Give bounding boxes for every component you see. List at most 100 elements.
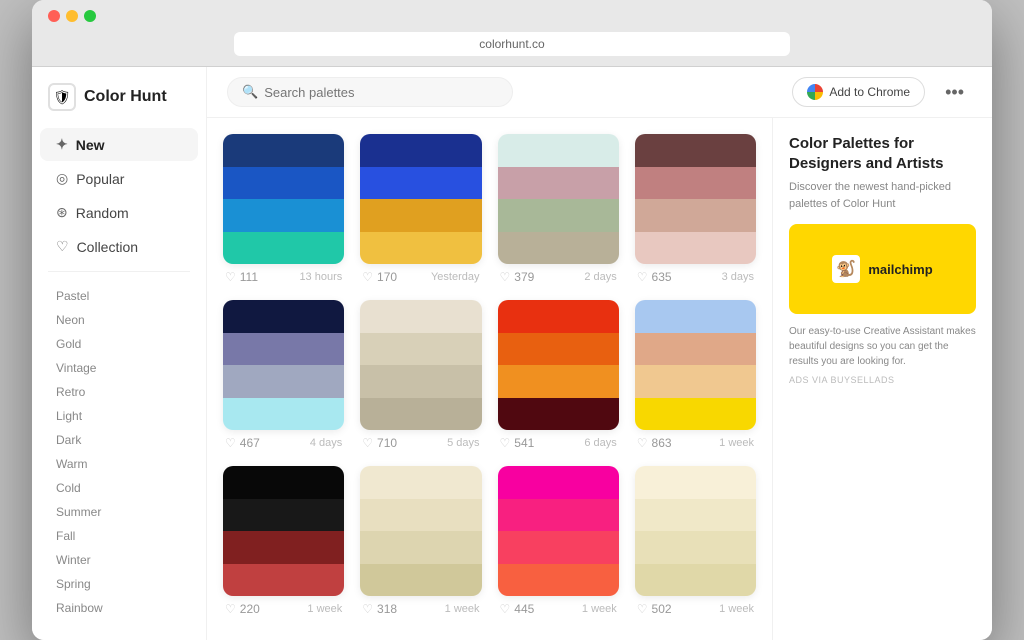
tag-pastel[interactable]: Pastel	[32, 284, 206, 308]
palette-card-5[interactable]: ♡467 4 days	[223, 300, 344, 450]
palette-likes-11[interactable]: ♡445	[500, 602, 535, 616]
sidebar-item-random[interactable]: ⊛ Random	[40, 196, 198, 229]
collection-icon: ♡	[56, 238, 69, 255]
tag-winter[interactable]: Winter	[32, 548, 206, 572]
tag-vintage[interactable]: Vintage	[32, 356, 206, 380]
palette-time-11: 1 week	[582, 603, 617, 615]
palette-likes-10[interactable]: ♡318	[362, 602, 397, 616]
mailchimp-label: mailchimp	[868, 262, 932, 277]
likes-count: 541	[514, 436, 534, 450]
search-box[interactable]: 🔍	[227, 77, 513, 107]
dot-minimize[interactable]	[66, 10, 78, 22]
swatch-4-2	[635, 199, 756, 232]
dot-close[interactable]	[48, 10, 60, 22]
palette-swatches-12	[635, 466, 756, 596]
palette-meta-11: ♡445 1 week	[498, 602, 619, 616]
brand-name: Color Hunt	[84, 88, 167, 106]
palette-card-8[interactable]: ♡8631 week	[635, 300, 756, 450]
palette-likes-6[interactable]: ♡710	[362, 436, 397, 450]
likes-count: 445	[514, 602, 534, 616]
swatch-9-3	[223, 564, 344, 597]
mailchimp-logo: 🐒 mailchimp	[832, 255, 932, 283]
heart-icon: ♡	[225, 602, 236, 616]
swatch-3-1	[498, 167, 619, 200]
palette-likes-4[interactable]: ♡635	[637, 270, 672, 284]
sidebar-item-popular[interactable]: ◎ Popular	[40, 162, 198, 195]
palette-meta-1: ♡11113 hours	[223, 270, 344, 284]
palette-card-12[interactable]: ♡5021 week	[635, 466, 756, 616]
palette-card-10[interactable]: ♡3181 week	[360, 466, 481, 616]
browser-window: colorhunt.co 🛡 Color Hunt ✦ New ◎ Popula…	[32, 0, 992, 640]
swatch-1-2	[223, 199, 344, 232]
palette-meta-10: ♡3181 week	[360, 602, 481, 616]
palette-swatches-1	[223, 134, 344, 264]
heart-icon: ♡	[362, 270, 373, 284]
palette-meta-2: ♡170 Yesterday	[360, 270, 481, 284]
tag-spring[interactable]: Spring	[32, 572, 206, 596]
dot-maximize[interactable]	[84, 10, 96, 22]
tag-rainbow[interactable]: Rainbow	[32, 596, 206, 620]
tag-retro[interactable]: Retro	[32, 380, 206, 404]
tag-gold[interactable]: Gold	[32, 332, 206, 356]
nav-divider	[48, 271, 190, 272]
swatch-9-0	[223, 466, 344, 499]
tag-dark[interactable]: Dark	[32, 428, 206, 452]
palette-likes-12[interactable]: ♡502	[637, 602, 672, 616]
ad-banner[interactable]: 🐒 mailchimp	[789, 224, 976, 314]
palette-likes-8[interactable]: ♡863	[637, 436, 672, 450]
swatch-11-3	[498, 564, 619, 597]
palette-meta-3: ♡3792 days	[498, 270, 619, 284]
palette-card-2[interactable]: ♡170 Yesterday	[360, 134, 481, 284]
palette-likes-1[interactable]: ♡111	[225, 270, 258, 284]
chrome-icon	[807, 84, 823, 100]
palette-meta-7: ♡5416 days	[498, 436, 619, 450]
palette-card-11[interactable]: ♡445 1 week	[498, 466, 619, 616]
sidebar-item-random-label: Random	[76, 205, 129, 221]
sidebar-item-new[interactable]: ✦ New	[40, 128, 198, 161]
swatch-6-2	[360, 365, 481, 398]
tag-summer[interactable]: Summer	[32, 500, 206, 524]
palette-card-1[interactable]: ♡11113 hours	[223, 134, 344, 284]
palette-likes-5[interactable]: ♡467	[225, 436, 260, 450]
add-to-chrome-button[interactable]: Add to Chrome	[792, 77, 925, 107]
swatch-10-2	[360, 531, 481, 564]
more-options-button[interactable]: •••	[937, 78, 972, 107]
palette-card-4[interactable]: ♡6353 days	[635, 134, 756, 284]
palette-card-7[interactable]: ♡5416 days	[498, 300, 619, 450]
sidebar: 🛡 Color Hunt ✦ New ◎ Popular ⊛ Random ♡ …	[32, 67, 207, 640]
palette-likes-7[interactable]: ♡541	[500, 436, 535, 450]
content-row: ♡11113 hours ♡170 Yesterday ♡3792 days ♡6353…	[207, 118, 992, 640]
new-icon: ✦	[56, 136, 68, 153]
tag-warm[interactable]: Warm	[32, 452, 206, 476]
swatch-3-0	[498, 134, 619, 167]
palette-card-6[interactable]: ♡7105 days	[360, 300, 481, 450]
palette-time-5: 4 days	[310, 437, 342, 449]
tag-fall[interactable]: Fall	[32, 524, 206, 548]
tag-cold[interactable]: Cold	[32, 476, 206, 500]
likes-count: 635	[652, 270, 672, 284]
palette-likes-3[interactable]: ♡379	[500, 270, 535, 284]
palette-time-2: Yesterday	[431, 271, 480, 283]
tag-neon[interactable]: Neon	[32, 308, 206, 332]
address-bar[interactable]: colorhunt.co	[234, 32, 791, 56]
palette-card-3[interactable]: ♡3792 days	[498, 134, 619, 284]
palette-swatches-10	[360, 466, 481, 596]
swatch-5-0	[223, 300, 344, 333]
swatch-3-3	[498, 232, 619, 265]
palette-likes-2[interactable]: ♡170	[362, 270, 397, 284]
palette-card-9[interactable]: ♡2201 week	[223, 466, 344, 616]
popular-icon: ◎	[56, 170, 68, 187]
search-input[interactable]	[264, 85, 498, 100]
sidebar-item-collection[interactable]: ♡ Collection	[40, 230, 198, 263]
palette-swatches-11	[498, 466, 619, 596]
palette-meta-4: ♡6353 days	[635, 270, 756, 284]
swatch-3-2	[498, 199, 619, 232]
likes-count: 467	[240, 436, 260, 450]
swatch-12-1	[635, 499, 756, 532]
browser-dots	[48, 10, 976, 22]
palette-likes-9[interactable]: ♡220	[225, 602, 260, 616]
tag-light[interactable]: Light	[32, 404, 206, 428]
swatch-11-2	[498, 531, 619, 564]
mailchimp-icon: 🐒	[832, 255, 860, 283]
swatch-7-1	[498, 333, 619, 366]
